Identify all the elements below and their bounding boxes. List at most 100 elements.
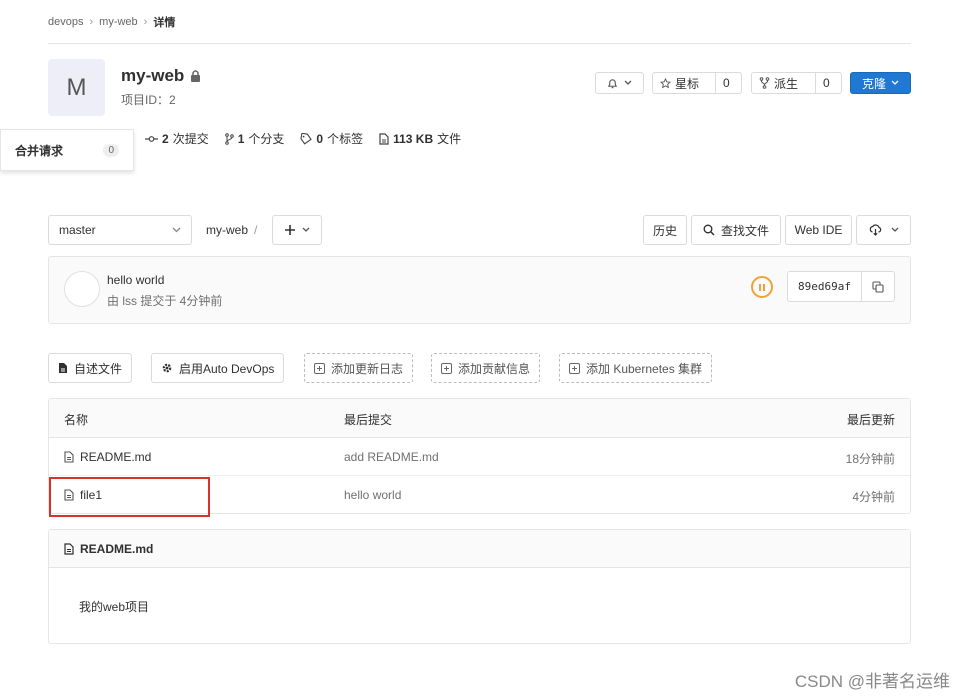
file-table-header: 名称 最后提交 最后更新 bbox=[49, 399, 910, 438]
branches-label: 个分支 bbox=[248, 132, 285, 146]
breadcrumb: devops › my-web › 详情 bbox=[48, 14, 175, 30]
repo-path-root[interactable]: my-web bbox=[206, 223, 248, 237]
chevron-down-icon bbox=[172, 227, 181, 233]
chevron-down-icon bbox=[891, 80, 899, 86]
copy-sha-button[interactable] bbox=[862, 272, 894, 301]
plus-square-icon bbox=[569, 362, 580, 374]
fork-button[interactable]: 派生 0 bbox=[751, 72, 842, 94]
branches-count: 1 bbox=[237, 131, 245, 146]
find-file-label: 查找文件 bbox=[720, 223, 769, 238]
branch-icon bbox=[224, 132, 234, 145]
file-last-update: 4分钟前 bbox=[852, 490, 895, 504]
gear-icon bbox=[161, 362, 173, 374]
table-row[interactable]: README.md add README.md 18分钟前 bbox=[49, 438, 910, 476]
fork-icon bbox=[759, 77, 770, 89]
branch-select[interactable]: master bbox=[48, 215, 192, 245]
plus-square-icon bbox=[441, 362, 452, 374]
history-label: 历史 bbox=[652, 223, 677, 238]
readme-header: README.md bbox=[49, 530, 910, 568]
project-stats: 2 次提交 1 个分支 0 个标签 113 KB 文件 bbox=[145, 130, 461, 147]
tags-stat[interactable]: 0 个标签 bbox=[300, 130, 363, 147]
chevron-down-icon bbox=[302, 227, 310, 233]
last-commit-panel: hello world 由 lss 提交于 4分钟前 89ed69af bbox=[48, 256, 911, 324]
star-label: 星标 bbox=[675, 76, 700, 91]
star-button[interactable]: 星标 0 bbox=[652, 72, 742, 94]
project-avatar: M bbox=[48, 59, 105, 116]
chevron-down-icon bbox=[891, 227, 899, 233]
readme-panel: README.md 我的web项目 bbox=[48, 529, 911, 644]
file-last-commit[interactable]: hello world bbox=[344, 488, 401, 502]
repo-path: my-web / bbox=[206, 223, 257, 237]
chevron-down-icon bbox=[624, 80, 632, 86]
project-name: my-web bbox=[121, 66, 185, 85]
readme-title[interactable]: README.md bbox=[80, 542, 153, 556]
highlight-box bbox=[49, 477, 210, 517]
notification-dropdown[interactable] bbox=[595, 72, 644, 94]
add-changelog-label: 添加更新日志 bbox=[331, 361, 404, 376]
add-changelog-button[interactable]: 添加更新日志 bbox=[304, 353, 414, 383]
star-count[interactable]: 0 bbox=[715, 73, 737, 93]
commit-sha-group: 89ed69af bbox=[787, 271, 895, 302]
tag-icon bbox=[300, 132, 313, 145]
file-name: README.md bbox=[80, 450, 152, 464]
merge-requests-label: 合并请求 bbox=[15, 143, 64, 158]
breadcrumb-project[interactable]: my-web bbox=[99, 16, 138, 28]
download-icon bbox=[869, 224, 882, 236]
path-separator: / bbox=[254, 223, 258, 237]
lock-icon bbox=[190, 70, 201, 82]
column-last-commit: 最后提交 bbox=[344, 413, 393, 427]
file-last-update: 18分钟前 bbox=[845, 452, 895, 466]
header-divider bbox=[48, 43, 911, 44]
breadcrumb-current: 详情 bbox=[153, 17, 176, 29]
add-contributing-label: 添加贡献信息 bbox=[458, 361, 531, 376]
file-icon bbox=[379, 132, 389, 145]
star-icon bbox=[660, 77, 671, 89]
commit-sha[interactable]: 89ed69af bbox=[788, 272, 862, 301]
add-kubernetes-button[interactable]: 添加 Kubernetes 集群 bbox=[559, 353, 713, 383]
project-id: 项目ID：2 bbox=[121, 93, 176, 107]
branches-stat[interactable]: 1 个分支 bbox=[224, 130, 285, 147]
add-contributing-button[interactable]: 添加贡献信息 bbox=[431, 353, 541, 383]
search-icon bbox=[703, 224, 715, 236]
branch-select-value: master bbox=[59, 223, 96, 237]
file-last-commit[interactable]: add README.md bbox=[344, 450, 439, 464]
breadcrumb-separator: › bbox=[89, 16, 94, 28]
size-label: 文件 bbox=[437, 132, 462, 146]
auto-devops-label: 启用Auto DevOps bbox=[179, 361, 275, 376]
find-file-button[interactable]: 查找文件 bbox=[691, 215, 781, 245]
commits-stat[interactable]: 2 次提交 bbox=[145, 130, 209, 147]
commit-icon bbox=[145, 135, 158, 143]
commits-label: 次提交 bbox=[172, 132, 209, 146]
add-kubernetes-label: 添加 Kubernetes 集群 bbox=[586, 361, 703, 376]
watermark: CSDN @非著名运维 bbox=[794, 672, 950, 691]
add-to-tree-dropdown[interactable] bbox=[272, 215, 322, 245]
column-name: 名称 bbox=[64, 413, 89, 427]
pipeline-paused-icon[interactable] bbox=[751, 276, 773, 298]
merge-requests-flyout[interactable]: 合并请求 0 bbox=[0, 129, 134, 171]
auto-devops-button[interactable]: 启用Auto DevOps bbox=[151, 353, 285, 383]
bell-icon bbox=[607, 78, 618, 89]
commit-title[interactable]: hello world bbox=[107, 273, 164, 287]
fork-count[interactable]: 0 bbox=[815, 73, 837, 93]
history-button[interactable]: 历史 bbox=[643, 215, 687, 245]
fork-label: 派生 bbox=[774, 76, 799, 91]
readme-content: 我的web项目 bbox=[79, 600, 150, 614]
tags-count: 0 bbox=[316, 131, 324, 146]
file-icon bbox=[64, 451, 74, 463]
web-ide-label: Web IDE bbox=[794, 223, 843, 237]
readme-quick-button[interactable]: 自述文件 bbox=[48, 353, 133, 383]
breadcrumb-separator: › bbox=[143, 16, 148, 28]
project-title: my-web bbox=[121, 66, 201, 86]
web-ide-button[interactable]: Web IDE bbox=[785, 215, 852, 245]
download-dropdown[interactable] bbox=[856, 215, 911, 245]
plus-square-icon bbox=[314, 362, 325, 374]
size-stat: 113 KB 文件 bbox=[379, 130, 461, 147]
readme-quick-label: 自述文件 bbox=[74, 361, 123, 376]
clone-button[interactable]: 克隆 bbox=[850, 72, 911, 94]
file-name-cell[interactable]: README.md bbox=[64, 450, 151, 464]
breadcrumb-group[interactable]: devops bbox=[48, 16, 83, 28]
commit-author-avatar[interactable] bbox=[64, 271, 100, 307]
file-icon bbox=[58, 362, 68, 374]
merge-requests-count: 0 bbox=[103, 143, 119, 157]
column-last-update: 最后更新 bbox=[846, 413, 895, 427]
